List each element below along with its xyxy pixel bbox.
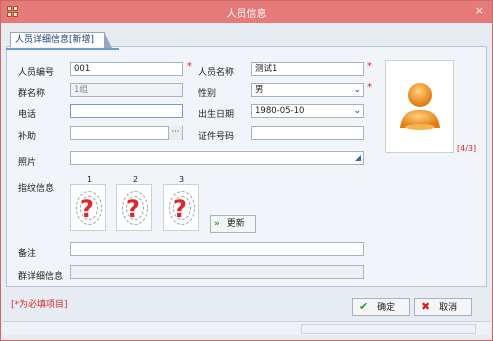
required-mark: * <box>367 61 372 72</box>
required-note: [*为必填项目] <box>11 300 68 310</box>
person-name-label: 人员名称 <box>198 68 235 78</box>
gender-select-value: 男 <box>255 85 264 95</box>
fingerprint-slot-2[interactable]: ? <box>116 184 152 231</box>
photo-path-input[interactable]: ◢ <box>70 151 364 165</box>
subsidy-label: 补助 <box>18 132 37 142</box>
group-detail-label: 群详细信息 <box>18 272 64 282</box>
photo-count: [4/3] <box>457 144 477 153</box>
birth-date-label: 出生日期 <box>198 110 235 120</box>
close-button[interactable]: × <box>475 4 484 17</box>
ok-button-label: 确定 <box>377 303 396 313</box>
update-button[interactable]: » 更新 <box>210 215 256 233</box>
id-number-label: 证件号码 <box>198 132 235 142</box>
ellipsis-button[interactable]: ··· <box>168 126 182 140</box>
chevron-down-icon[interactable]: ⌄ <box>353 105 361 117</box>
fingerprint-number: 2 <box>133 175 139 184</box>
close-icon: ✖ <box>421 300 431 313</box>
group-name-label: 群名称 <box>18 89 46 99</box>
fingerprint-slot-1[interactable]: ? <box>70 184 106 231</box>
birth-date-select[interactable]: 1980-05-10 ⌄ <box>251 104 364 118</box>
fingerprint-slot-3[interactable]: ? <box>163 184 199 231</box>
checkmark-icon: ✔ <box>359 300 369 313</box>
tab-underline <box>6 48 119 50</box>
person-no-input[interactable]: 001 <box>70 62 183 76</box>
chevron-down-icon[interactable]: ⌄ <box>353 84 361 96</box>
subsidy-input[interactable]: ··· <box>70 126 183 140</box>
browse-icon[interactable]: ◢ <box>355 152 361 164</box>
birth-date-value: 1980-05-10 <box>255 106 305 116</box>
fingerprint-number: 3 <box>179 175 185 184</box>
fingerprint-label: 指纹信息 <box>18 184 55 194</box>
tab-person-detail[interactable]: 人员详细信息[新增] <box>10 32 113 48</box>
question-mark-icon: ? <box>80 195 94 223</box>
photo-preview[interactable] <box>385 60 454 153</box>
required-mark: * <box>187 61 192 72</box>
phone-input[interactable] <box>70 104 183 118</box>
status-bar <box>3 321 490 335</box>
cancel-button-label: 取消 <box>439 303 458 313</box>
gender-select[interactable]: 男 ⌄ <box>251 83 364 97</box>
double-arrow-icon: » <box>214 219 220 229</box>
ok-button[interactable]: ✔ 确定 <box>352 298 410 316</box>
required-mark: * <box>367 82 372 93</box>
id-number-input[interactable] <box>251 126 364 140</box>
cancel-button[interactable]: ✖ 取消 <box>414 298 472 316</box>
person-name-input[interactable]: 测试1 <box>251 62 364 76</box>
question-mark-icon: ? <box>173 195 187 223</box>
phone-label: 电话 <box>18 110 37 120</box>
person-avatar-icon <box>400 83 440 130</box>
fingerprint-number: 1 <box>87 175 93 184</box>
photo-label: 照片 <box>18 158 37 168</box>
status-cell <box>301 324 476 334</box>
person-no-label: 人员编号 <box>18 68 55 78</box>
dialog-window: 人员信息 × 人员详细信息[新增] 人员编号 001 * 人员名称 测试1 * … <box>0 0 493 341</box>
gender-label: 性别 <box>198 89 217 99</box>
remark-label: 备注 <box>18 249 37 259</box>
title-bar[interactable]: 人员信息 × <box>1 1 492 23</box>
group-detail-input[interactable] <box>70 265 364 279</box>
question-mark-icon: ? <box>126 195 140 223</box>
window-title: 人员信息 <box>226 9 267 20</box>
update-button-label: 更新 <box>226 219 245 229</box>
group-name-input[interactable]: 1组 <box>70 83 183 97</box>
remark-input[interactable] <box>70 242 364 256</box>
